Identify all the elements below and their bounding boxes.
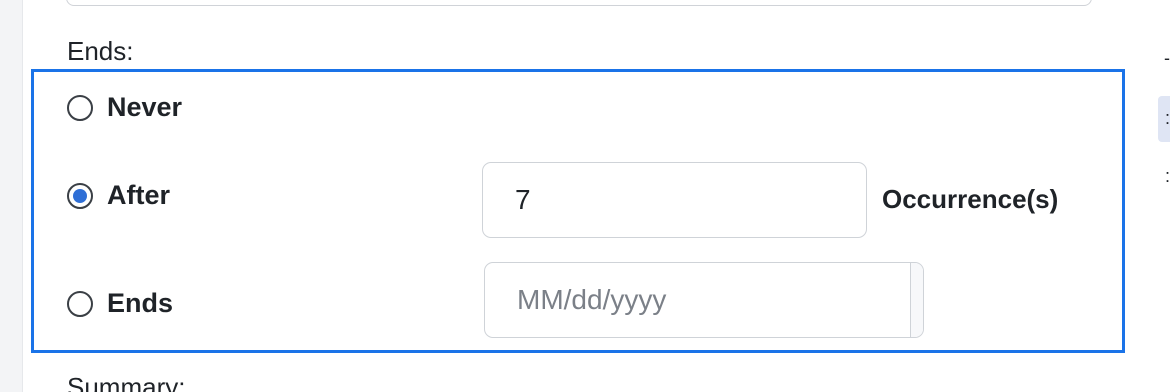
ends-heading: Ends:: [67, 36, 134, 66]
ends-on-date-label: Ends: [107, 288, 174, 318]
edge-glyph-top: ‐: [1164, 48, 1170, 68]
ends-after-label: After: [107, 180, 171, 210]
ends-after-radio[interactable]: [67, 182, 93, 209]
ends-on-date-radio[interactable]: [67, 290, 93, 317]
edge-glyph-mid: :: [1164, 108, 1170, 128]
ends-on-date-option[interactable]: Ends: [67, 288, 173, 319]
previous-field-input[interactable]: [66, 0, 1092, 6]
edge-glyph-bottom: :: [1164, 166, 1170, 186]
recurrence-end-form: Ends: Never After Occurrence(s) Ends Sum…: [0, 0, 1170, 392]
calendar-button[interactable]: [910, 263, 923, 337]
ends-never-label: Never: [107, 92, 183, 122]
ends-after-option[interactable]: After: [67, 180, 170, 211]
summary-heading: Summary:: [67, 372, 186, 392]
occurrences-input[interactable]: [482, 162, 867, 238]
end-date-picker: [484, 262, 924, 338]
occurrences-suffix: Occurrence(s): [882, 184, 1059, 214]
ends-never-radio[interactable]: [67, 94, 93, 121]
end-date-input[interactable]: [485, 263, 910, 337]
ends-never-option[interactable]: Never: [67, 92, 182, 123]
left-rail: [0, 0, 23, 392]
